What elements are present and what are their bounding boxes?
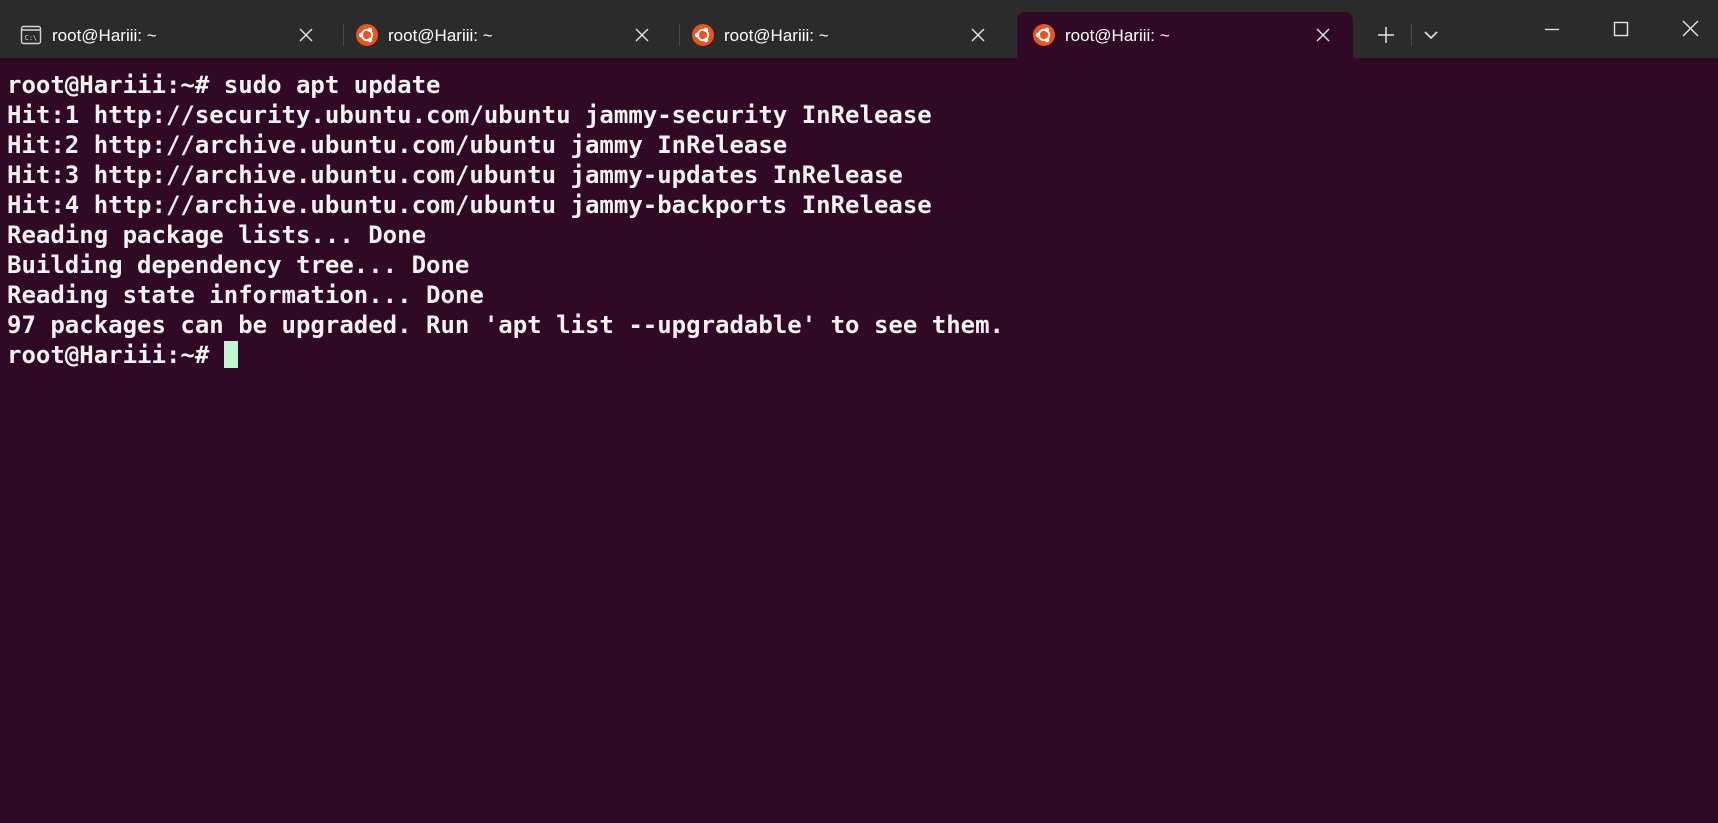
terminal-line: Hit:3 http://archive.ubuntu.com/ubuntu j… xyxy=(7,161,903,189)
minimize-button[interactable] xyxy=(1529,10,1575,50)
terminal-window: C:\ root@Hariii: ~ root@Hariii: ~ root@H… xyxy=(0,0,1718,823)
terminal-line: Reading state information... Done xyxy=(7,281,484,309)
maximize-icon xyxy=(1598,10,1644,50)
chevron-down-icon xyxy=(1416,20,1446,50)
text-cursor xyxy=(223,341,238,368)
tab-divider xyxy=(1411,24,1412,46)
close-tab-icon[interactable] xyxy=(634,27,650,43)
tab-label: root@Hariii: ~ xyxy=(1065,26,1170,45)
minimize-icon xyxy=(1529,10,1575,50)
svg-text:C:\: C:\ xyxy=(25,34,38,42)
terminal-prompt-line[interactable]: root@Hariii:~# xyxy=(7,340,1718,370)
new-tab-button[interactable] xyxy=(1371,20,1401,50)
close-window-button[interactable] xyxy=(1667,10,1713,50)
ubuntu-icon xyxy=(1033,24,1055,46)
tab-label: root@Hariii: ~ xyxy=(724,26,829,45)
terminal-line: Reading package lists... Done xyxy=(7,221,427,249)
tab-4[interactable]: root@Hariii: ~ xyxy=(1017,12,1353,58)
shell-prompt: root@Hariii:~# xyxy=(7,341,224,369)
close-icon xyxy=(1667,10,1713,50)
terminal-line: root@Hariii:~# sudo apt update xyxy=(7,71,441,99)
terminal-line: Hit:4 http://archive.ubuntu.com/ubuntu j… xyxy=(7,191,932,219)
terminal-line: 97 packages can be upgraded. Run 'apt li… xyxy=(7,311,1004,339)
ubuntu-icon xyxy=(692,24,714,46)
tab-label: root@Hariii: ~ xyxy=(388,26,493,45)
tab-dropdown-button[interactable] xyxy=(1416,20,1446,50)
terminal-line: Hit:2 http://archive.ubuntu.com/ubuntu j… xyxy=(7,131,788,159)
tab-1[interactable]: C:\ root@Hariii: ~ xyxy=(4,12,336,58)
plus-icon xyxy=(1371,20,1401,50)
close-tab-icon[interactable] xyxy=(298,27,314,43)
tab-strip: C:\ root@Hariii: ~ root@Hariii: ~ root@H… xyxy=(0,0,1718,58)
maximize-button[interactable] xyxy=(1598,10,1644,50)
tab-3[interactable]: root@Hariii: ~ xyxy=(676,12,1008,58)
cmd-icon: C:\ xyxy=(20,24,42,46)
terminal-line: Building dependency tree... Done xyxy=(7,251,470,279)
close-tab-icon[interactable] xyxy=(970,27,986,43)
tab-2[interactable]: root@Hariii: ~ xyxy=(340,12,672,58)
tab-label: root@Hariii: ~ xyxy=(52,26,157,45)
ubuntu-icon xyxy=(356,24,378,46)
close-tab-icon[interactable] xyxy=(1315,27,1331,43)
terminal-output[interactable]: root@Hariii:~# sudo apt update Hit:1 htt… xyxy=(0,58,1718,823)
terminal-line: Hit:1 http://security.ubuntu.com/ubuntu … xyxy=(7,101,932,129)
